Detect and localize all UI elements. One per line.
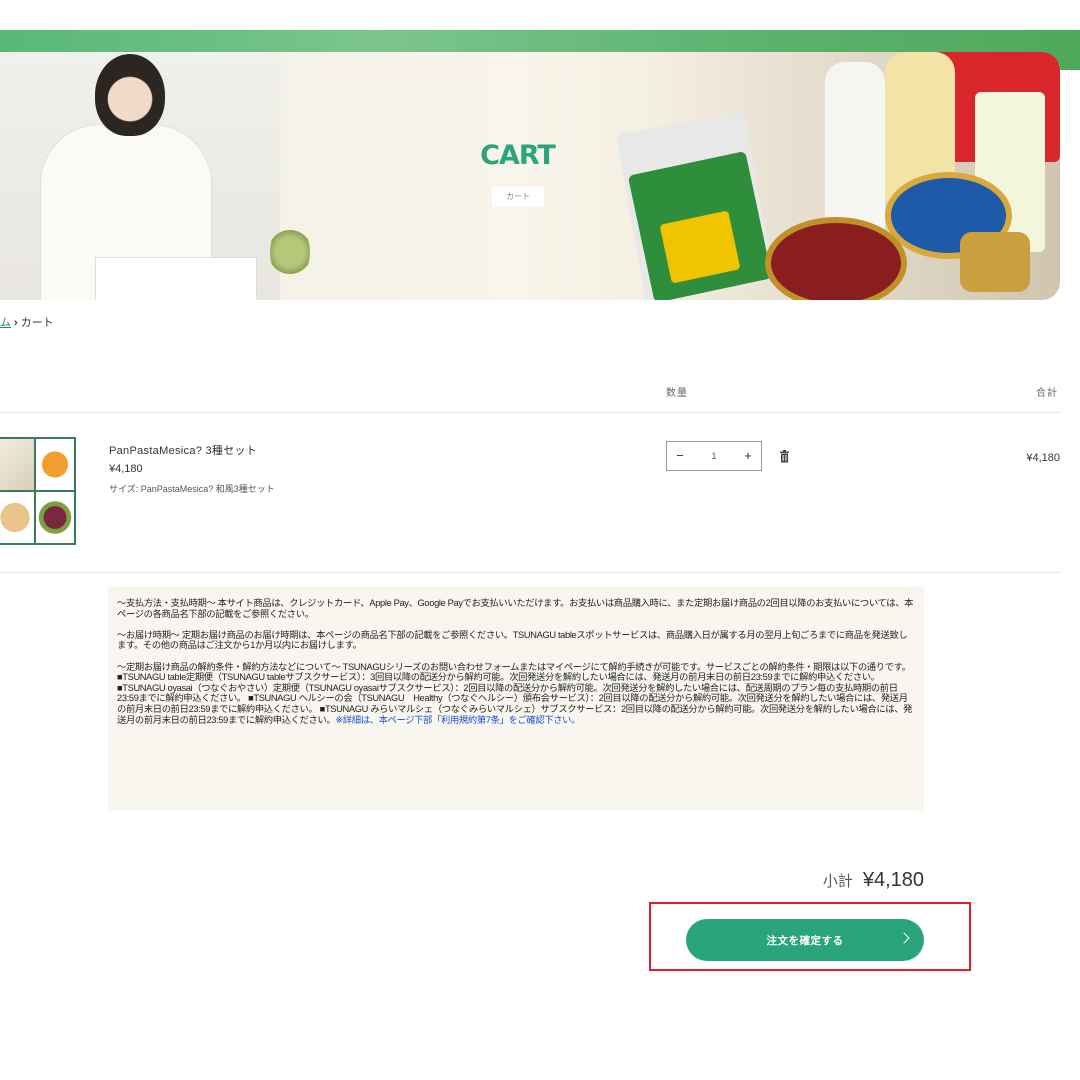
- hero-person-image: [0, 52, 310, 300]
- divider: [0, 572, 1060, 573]
- quantity-increase-button[interactable]: +: [735, 442, 761, 470]
- product-name-link[interactable]: PanPastaMesica? 3種セット: [109, 442, 257, 458]
- payment-delivery-notice: 〜支払方法・支払時期〜 本サイト商品は、クレジットカード、Apple Pay、G…: [108, 586, 924, 810]
- subtotal: 小計 ¥4,180: [823, 869, 924, 892]
- trash-icon[interactable]: [779, 450, 790, 463]
- total-column-header: 合計: [1036, 388, 1058, 399]
- hero-banner: CART カート: [0, 52, 1060, 300]
- product-variant: サイズ: PanPastaMesica? 和風3種セット: [109, 484, 275, 494]
- thumbnail-tile: [0, 439, 34, 490]
- quantity-stepper: − 1 +: [666, 441, 762, 471]
- page-subtitle: カート: [492, 187, 544, 207]
- product-cider-bottle: [825, 62, 885, 232]
- page-title: CART: [480, 140, 556, 171]
- subtotal-label: 小計: [822, 873, 853, 890]
- product-jar: [960, 232, 1030, 292]
- line-item-total: ¥4,180: [1026, 452, 1060, 464]
- product-thumbnail[interactable]: [0, 437, 76, 545]
- quantity-decrease-button[interactable]: −: [667, 442, 693, 470]
- chevron-right-icon: [898, 932, 910, 944]
- hero-products-image: [616, 52, 1060, 300]
- notice-cancellation-text: 〜定期お届け商品の解約条件・解約方法などについて〜 TSUNAGUシリーズのお問…: [117, 662, 915, 726]
- subtotal-value: ¥4,180: [862, 869, 924, 891]
- cart-page: CART カート ム › カート 数量 合計 PanPastaMesica? 3種セ…: [0, 0, 1080, 1080]
- breadcrumb-home-link[interactable]: ム: [0, 317, 11, 329]
- notice-delivery-text: 〜お届け時期〜 定期お届け商品のお届け時期は、本ページの商品名下部の記載をご参照…: [117, 629, 908, 651]
- breadcrumb-separator: ›: [14, 317, 18, 329]
- thumbnail-tile: [0, 492, 34, 543]
- confirm-order-button[interactable]: 注文を確定する: [686, 919, 924, 961]
- breadcrumb: ム › カート: [0, 314, 54, 330]
- quantity-column-header: 数量: [666, 388, 688, 399]
- plant-image: [270, 222, 310, 282]
- terms-link[interactable]: ※詳細は、本ページ下部「利用規約第7条」をご確認下さい。: [335, 715, 580, 725]
- thumbnail-tile: [36, 439, 74, 490]
- confirm-order-label: 注文を確定する: [766, 934, 844, 947]
- breadcrumb-current: カート: [20, 317, 54, 329]
- divider: [0, 412, 1060, 413]
- product-price: ¥4,180: [109, 463, 143, 475]
- thumbnail-tile: [36, 492, 74, 543]
- quantity-input[interactable]: 1: [693, 451, 735, 461]
- gift-box: [95, 257, 257, 300]
- product-smoked-can-red: [765, 217, 907, 300]
- notice-payment-text: 〜支払方法・支払時期〜 本サイト商品は、クレジットカード、Apple Pay、G…: [117, 598, 914, 619]
- person-head: [95, 54, 165, 136]
